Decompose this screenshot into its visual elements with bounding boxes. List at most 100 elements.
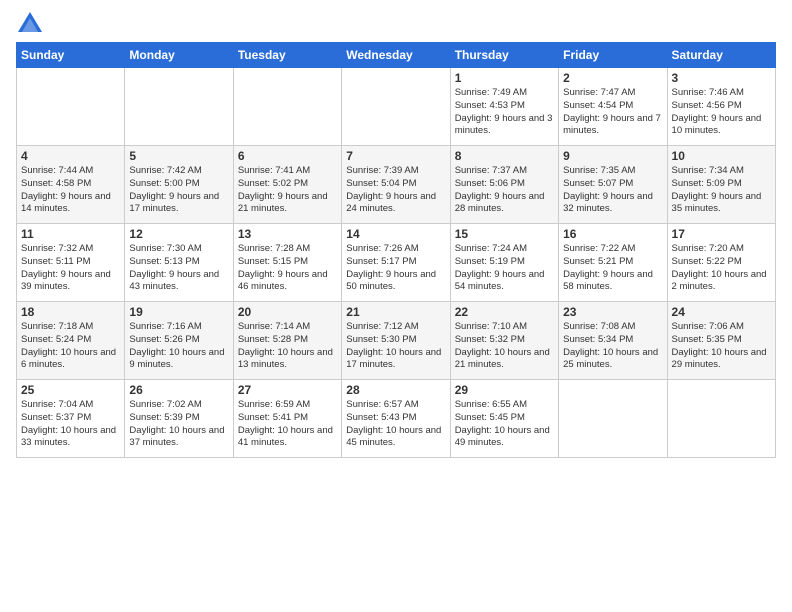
week-row-3: 18 Sunrise: 7:18 AM Sunset: 5:24 PM Dayli…	[17, 302, 776, 380]
day-info: Sunrise: 6:57 AM Sunset: 5:43 PM Dayligh…	[346, 399, 445, 450]
calendar-cell: 20 Sunrise: 7:14 AM Sunset: 5:28 PM Dayli…	[233, 302, 341, 380]
day-info: Sunrise: 7:20 AM Sunset: 5:22 PM Dayligh…	[672, 243, 771, 294]
calendar-cell: 14Sunrise: 7:26 AM Sunset: 5:17 PM Dayli…	[342, 224, 450, 302]
day-number: 2	[563, 71, 662, 85]
day-info: Sunrise: 7:12 AM Sunset: 5:30 PM Dayligh…	[346, 321, 445, 372]
week-row-4: 25 Sunrise: 7:04 AM Sunset: 5:37 PM Dayli…	[17, 380, 776, 458]
calendar-cell: 28 Sunrise: 6:57 AM Sunset: 5:43 PM Dayli…	[342, 380, 450, 458]
calendar-cell: 11 Sunrise: 7:32 AM Sunset: 5:11 PM Dayli…	[17, 224, 125, 302]
week-row-1: 4 Sunrise: 7:44 AM Sunset: 4:58 PM Daylig…	[17, 146, 776, 224]
day-number: 11	[21, 227, 120, 241]
calendar-cell: 4 Sunrise: 7:44 AM Sunset: 4:58 PM Daylig…	[17, 146, 125, 224]
calendar-cell: 5 Sunrise: 7:42 AM Sunset: 5:00 PM Daylig…	[125, 146, 233, 224]
day-info: Sunrise: 7:08 AM Sunset: 5:34 PM Dayligh…	[563, 321, 662, 372]
day-number: 12	[129, 227, 228, 241]
day-info: Sunrise: 7:42 AM Sunset: 5:00 PM Dayligh…	[129, 165, 228, 216]
day-number: 20	[238, 305, 337, 319]
calendar-cell: 13 Sunrise: 7:28 AM Sunset: 5:15 PM Dayli…	[233, 224, 341, 302]
day-number: 13	[238, 227, 337, 241]
day-info: Sunrise: 7:30 AM Sunset: 5:13 PM Dayligh…	[129, 243, 228, 294]
logo-icon	[16, 10, 44, 38]
day-number: 10	[672, 149, 771, 163]
day-info: Sunrise: 7:06 AM Sunset: 5:35 PM Dayligh…	[672, 321, 771, 372]
day-info: Sunrise: 7:02 AM Sunset: 5:39 PM Dayligh…	[129, 399, 228, 450]
day-info: Sunrise: 7:04 AM Sunset: 5:37 PM Dayligh…	[21, 399, 120, 450]
calendar-cell: 23 Sunrise: 7:08 AM Sunset: 5:34 PM Dayli…	[559, 302, 667, 380]
weekday-header-tuesday: Tuesday	[233, 43, 341, 68]
week-row-2: 11 Sunrise: 7:32 AM Sunset: 5:11 PM Dayli…	[17, 224, 776, 302]
calendar-cell: 22 Sunrise: 7:10 AM Sunset: 5:32 PM Dayli…	[450, 302, 558, 380]
calendar-cell: 16 Sunrise: 7:22 AM Sunset: 5:21 PM Dayli…	[559, 224, 667, 302]
calendar-cell: 25 Sunrise: 7:04 AM Sunset: 5:37 PM Dayli…	[17, 380, 125, 458]
day-info: Sunrise: 6:59 AM Sunset: 5:41 PM Dayligh…	[238, 399, 337, 450]
day-number: 18	[21, 305, 120, 319]
calendar-cell: 15 Sunrise: 7:24 AM Sunset: 5:19 PM Dayli…	[450, 224, 558, 302]
calendar-cell: 1Sunrise: 7:49 AM Sunset: 4:53 PM Daylig…	[450, 68, 558, 146]
day-number: 9	[563, 149, 662, 163]
day-number: 26	[129, 383, 228, 397]
day-number: 5	[129, 149, 228, 163]
calendar-cell	[233, 68, 341, 146]
day-info: Sunrise: 6:55 AM Sunset: 5:45 PM Dayligh…	[455, 399, 554, 450]
calendar-cell: 21Sunrise: 7:12 AM Sunset: 5:30 PM Dayli…	[342, 302, 450, 380]
day-number: 19	[129, 305, 228, 319]
day-number: 23	[563, 305, 662, 319]
day-info: Sunrise: 7:28 AM Sunset: 5:15 PM Dayligh…	[238, 243, 337, 294]
header	[16, 10, 776, 38]
day-info: Sunrise: 7:44 AM Sunset: 4:58 PM Dayligh…	[21, 165, 120, 216]
day-info: Sunrise: 7:49 AM Sunset: 4:53 PM Dayligh…	[455, 87, 554, 138]
day-info: Sunrise: 7:47 AM Sunset: 4:54 PM Dayligh…	[563, 87, 662, 138]
day-info: Sunrise: 7:24 AM Sunset: 5:19 PM Dayligh…	[455, 243, 554, 294]
day-info: Sunrise: 7:14 AM Sunset: 5:28 PM Dayligh…	[238, 321, 337, 372]
day-number: 8	[455, 149, 554, 163]
weekday-header-saturday: Saturday	[667, 43, 775, 68]
day-number: 27	[238, 383, 337, 397]
weekday-header-wednesday: Wednesday	[342, 43, 450, 68]
day-info: Sunrise: 7:18 AM Sunset: 5:24 PM Dayligh…	[21, 321, 120, 372]
calendar-cell	[559, 380, 667, 458]
calendar-cell	[342, 68, 450, 146]
day-number: 25	[21, 383, 120, 397]
day-number: 29	[455, 383, 554, 397]
day-info: Sunrise: 7:22 AM Sunset: 5:21 PM Dayligh…	[563, 243, 662, 294]
day-info: Sunrise: 7:39 AM Sunset: 5:04 PM Dayligh…	[346, 165, 445, 216]
calendar-cell: 29 Sunrise: 6:55 AM Sunset: 5:45 PM Dayli…	[450, 380, 558, 458]
week-row-0: 1Sunrise: 7:49 AM Sunset: 4:53 PM Daylig…	[17, 68, 776, 146]
calendar-cell: 18 Sunrise: 7:18 AM Sunset: 5:24 PM Dayli…	[17, 302, 125, 380]
calendar-cell: 8 Sunrise: 7:37 AM Sunset: 5:06 PM Daylig…	[450, 146, 558, 224]
day-number: 15	[455, 227, 554, 241]
calendar-cell: 10 Sunrise: 7:34 AM Sunset: 5:09 PM Dayli…	[667, 146, 775, 224]
calendar-cell: 6Sunrise: 7:41 AM Sunset: 5:02 PM Daylig…	[233, 146, 341, 224]
calendar-cell	[667, 380, 775, 458]
calendar-cell	[125, 68, 233, 146]
weekday-header-sunday: Sunday	[17, 43, 125, 68]
calendar-cell: 27 Sunrise: 6:59 AM Sunset: 5:41 PM Dayli…	[233, 380, 341, 458]
calendar-cell: 2 Sunrise: 7:47 AM Sunset: 4:54 PM Daylig…	[559, 68, 667, 146]
weekday-header-monday: Monday	[125, 43, 233, 68]
day-number: 14	[346, 227, 445, 241]
day-number: 28	[346, 383, 445, 397]
day-info: Sunrise: 7:35 AM Sunset: 5:07 PM Dayligh…	[563, 165, 662, 216]
calendar-cell: 9 Sunrise: 7:35 AM Sunset: 5:07 PM Daylig…	[559, 146, 667, 224]
logo	[16, 10, 48, 38]
day-number: 6	[238, 149, 337, 163]
calendar-cell: 7 Sunrise: 7:39 AM Sunset: 5:04 PM Daylig…	[342, 146, 450, 224]
day-number: 22	[455, 305, 554, 319]
day-info: Sunrise: 7:32 AM Sunset: 5:11 PM Dayligh…	[21, 243, 120, 294]
day-info: Sunrise: 7:34 AM Sunset: 5:09 PM Dayligh…	[672, 165, 771, 216]
day-number: 3	[672, 71, 771, 85]
day-number: 4	[21, 149, 120, 163]
calendar-cell: 12 Sunrise: 7:30 AM Sunset: 5:13 PM Dayli…	[125, 224, 233, 302]
day-number: 7	[346, 149, 445, 163]
calendar-cell: 17Sunrise: 7:20 AM Sunset: 5:22 PM Dayli…	[667, 224, 775, 302]
calendar-cell: 24Sunrise: 7:06 AM Sunset: 5:35 PM Dayli…	[667, 302, 775, 380]
day-info: Sunrise: 7:37 AM Sunset: 5:06 PM Dayligh…	[455, 165, 554, 216]
weekday-header-row: SundayMondayTuesdayWednesdayThursdayFrid…	[17, 43, 776, 68]
day-number: 16	[563, 227, 662, 241]
page: SundayMondayTuesdayWednesdayThursdayFrid…	[0, 0, 792, 466]
day-info: Sunrise: 7:10 AM Sunset: 5:32 PM Dayligh…	[455, 321, 554, 372]
calendar-cell: 19 Sunrise: 7:16 AM Sunset: 5:26 PM Dayli…	[125, 302, 233, 380]
calendar-cell: 3Sunrise: 7:46 AM Sunset: 4:56 PM Daylig…	[667, 68, 775, 146]
calendar-cell: 26 Sunrise: 7:02 AM Sunset: 5:39 PM Dayli…	[125, 380, 233, 458]
day-info: Sunrise: 7:16 AM Sunset: 5:26 PM Dayligh…	[129, 321, 228, 372]
